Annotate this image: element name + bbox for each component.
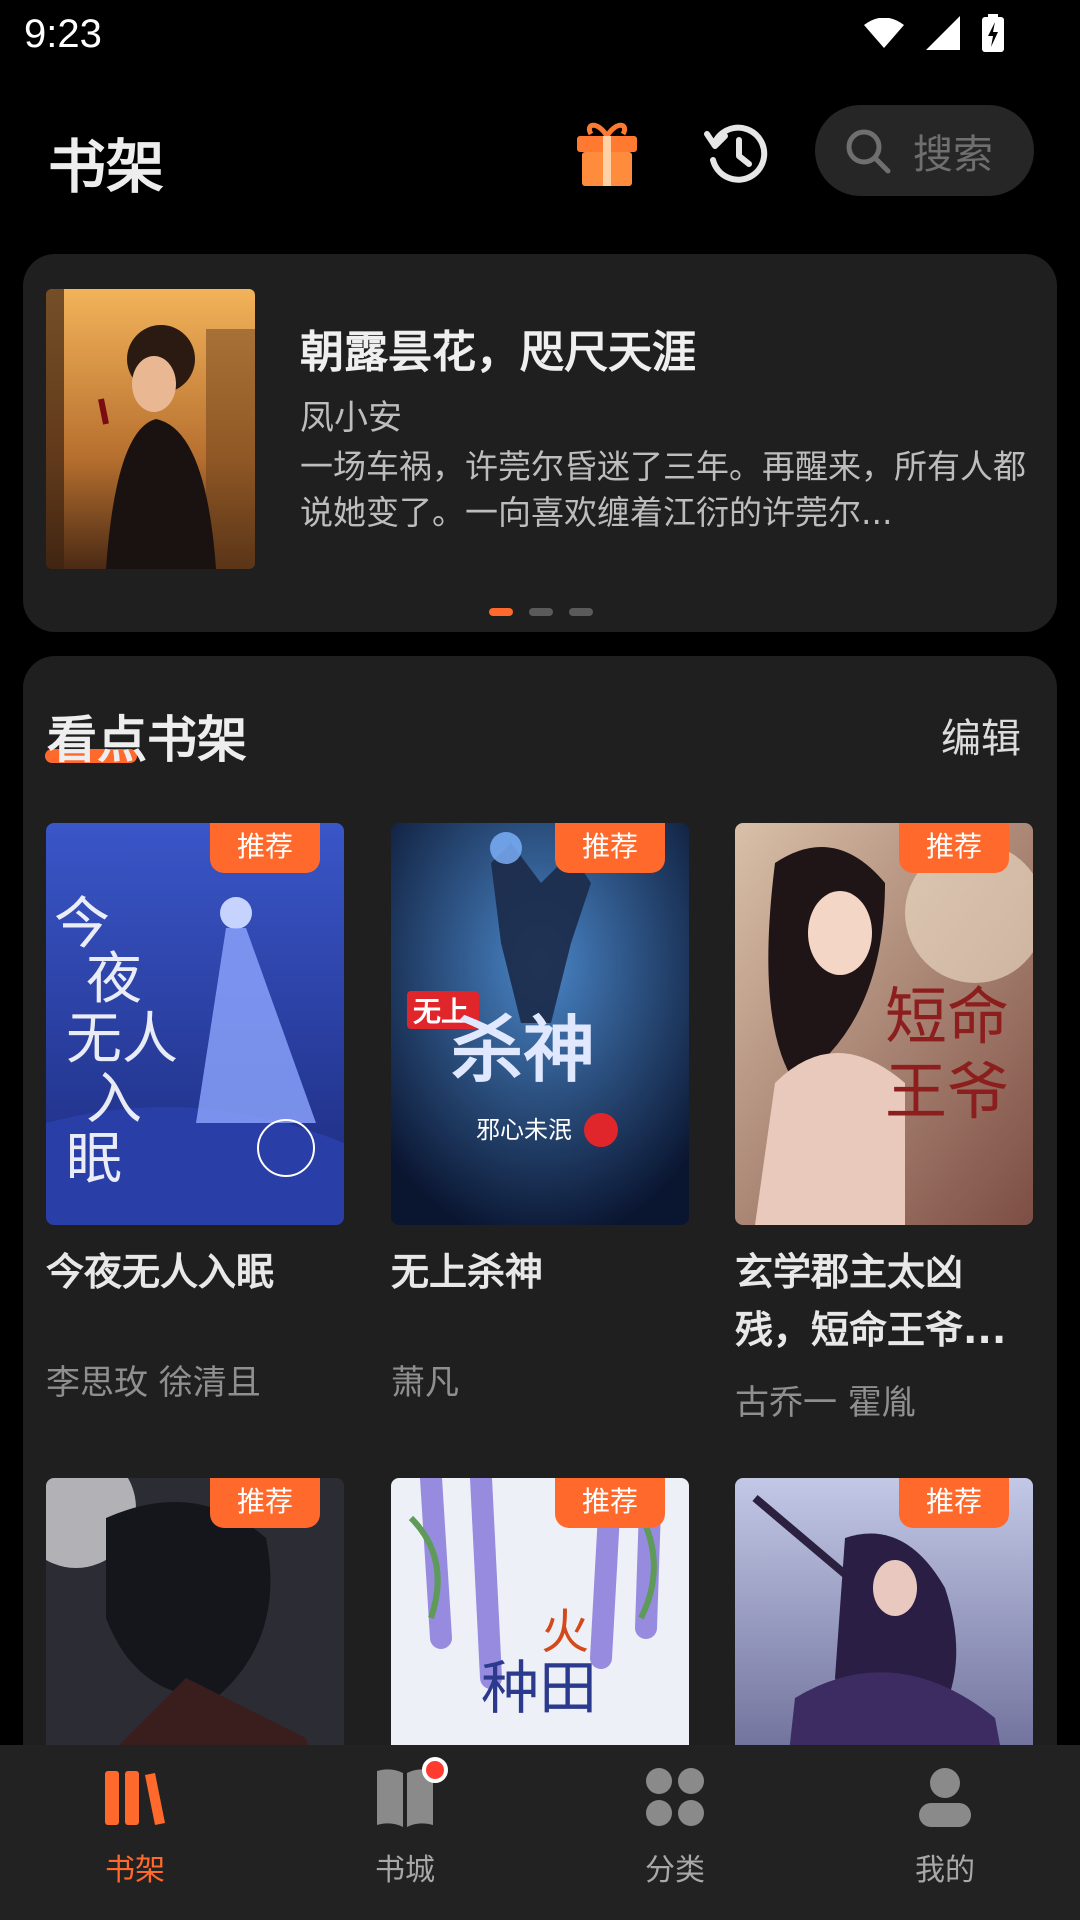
header: 书架 搜索: [0, 100, 1080, 210]
book-item[interactable]: 推荐: [46, 1478, 344, 1880]
svg-text:夜: 夜: [86, 947, 142, 1012]
recommend-badge: 推荐: [899, 823, 1009, 873]
banner-title: 朝露昙花，咫尺天涯: [300, 327, 696, 378]
recommend-badge: 推荐: [210, 823, 320, 873]
book-cover-art: 无上 杀神 邪心未泯: [391, 823, 689, 1225]
book-author: 古乔一 霍胤: [735, 1383, 916, 1423]
history-icon[interactable]: [703, 120, 771, 188]
status-bar: 9:23: [0, 0, 1080, 75]
recommend-badge: 推荐: [555, 1478, 665, 1528]
featured-banner[interactable]: 朝露昙花，咫尺天涯 凤小安 一场车祸，许莞尔昏迷了三年。再醒来，所有人都说她变了…: [23, 254, 1057, 632]
search-icon: [846, 129, 891, 173]
carousel-dot: [569, 608, 593, 616]
carousel-dot-active: [489, 608, 513, 616]
carousel-dot: [529, 608, 553, 616]
bookshelf-section: 看点书架 编辑 今 夜 无人 入 眠 推荐 今夜无人入眠 李思玫 徐清且 无上 …: [23, 656, 1057, 1920]
nav-label: 书城: [375, 1853, 435, 1888]
book-item[interactable]: 短命 王爷 推荐 玄学郡主太凶残，短命王爷... 古乔一 霍胤: [735, 823, 1033, 1423]
screen: 9:23 书架 搜索 朝露昙花，咫尺天涯 凤小安 一场车祸，许莞尔昏迷了三年。再…: [0, 0, 1080, 1920]
wifi-icon: [864, 18, 904, 48]
book-title: 玄学郡主太凶残，短命王爷...: [735, 1250, 1007, 1352]
nav-tab-category[interactable]: 分类: [540, 1745, 810, 1920]
nav-label: 书架: [105, 1853, 165, 1888]
nav-label: 我的: [915, 1853, 975, 1888]
edit-button[interactable]: 编辑: [941, 706, 1021, 764]
svg-text:邪心未泯: 邪心未泯: [476, 1116, 572, 1144]
book-author: 萧凡: [391, 1363, 459, 1403]
nav-tab-bookstore[interactable]: 书城: [270, 1745, 540, 1920]
recommend-badge: 推荐: [210, 1478, 320, 1528]
nav-tab-bookshelf[interactable]: 书架: [0, 1745, 270, 1920]
banner-book-cover[interactable]: [46, 289, 255, 569]
battery-icon: [982, 14, 1004, 52]
gift-icon[interactable]: [575, 118, 639, 188]
user-icon: [919, 1768, 971, 1827]
book-author: 李思玫 徐清且: [46, 1363, 261, 1403]
book-item[interactable]: 无上 杀神 邪心未泯 推荐 无上杀神 萧凡: [391, 823, 689, 1403]
svg-text:短命: 短命: [885, 980, 1009, 1053]
shelf-title: 看点书架: [47, 711, 247, 769]
recommend-badge: 推荐: [899, 1478, 1009, 1528]
book-item[interactable]: 今 夜 无人 入 眠 推荐 今夜无人入眠 李思玫 徐清且: [46, 823, 344, 1403]
search-placeholder: 搜索: [913, 131, 993, 178]
svg-text:入: 入: [86, 1067, 142, 1132]
bottom-navigation: 书架 书城 分类 我的: [0, 1745, 1080, 1920]
carousel-indicator: [489, 608, 593, 616]
signal-icon: [926, 16, 960, 50]
book-item[interactable]: 种田 火 推荐: [391, 1478, 689, 1880]
page-title: 书架: [48, 133, 165, 201]
book-title: 今夜无人入眠: [46, 1250, 275, 1294]
nav-label: 分类: [645, 1853, 705, 1888]
banner-author: 凤小安: [300, 398, 402, 438]
svg-text:眠: 眠: [66, 1127, 122, 1192]
book-cover-art: 短命 王爷: [735, 823, 1033, 1225]
book-title: 无上杀神: [391, 1250, 544, 1294]
book-cover[interactable]: 短命 王爷: [735, 823, 1033, 1225]
book-item[interactable]: 推荐: [735, 1478, 1033, 1880]
svg-text:火: 火: [541, 1604, 589, 1660]
nav-tab-profile[interactable]: 我的: [810, 1745, 1080, 1920]
svg-text:无人: 无人: [66, 1007, 178, 1072]
recommend-badge: 推荐: [555, 823, 665, 873]
banner-cover-art: [46, 289, 255, 569]
svg-text:种田: 种田: [481, 1654, 597, 1722]
bookshelf-icon: [105, 1771, 165, 1825]
status-time: 9:23: [24, 12, 102, 56]
search-box[interactable]: 搜索: [815, 105, 1034, 196]
notification-dot: [422, 1757, 448, 1783]
category-grid-icon: [646, 1768, 704, 1826]
book-cover[interactable]: 今 夜 无人 入 眠: [46, 823, 344, 1225]
svg-text:杀神: 杀神: [451, 1007, 595, 1092]
book-cover[interactable]: 无上 杀神 邪心未泯: [391, 823, 689, 1225]
book-cover-art: 今 夜 无人 入 眠: [46, 823, 344, 1225]
svg-text:王爷: 王爷: [885, 1055, 1009, 1128]
status-icons: [864, 14, 1004, 52]
banner-description: 一场车祸，许莞尔昏迷了三年。再醒来，所有人都说她变了。一向喜欢缠着江衍的许莞尔.…: [300, 447, 1026, 532]
